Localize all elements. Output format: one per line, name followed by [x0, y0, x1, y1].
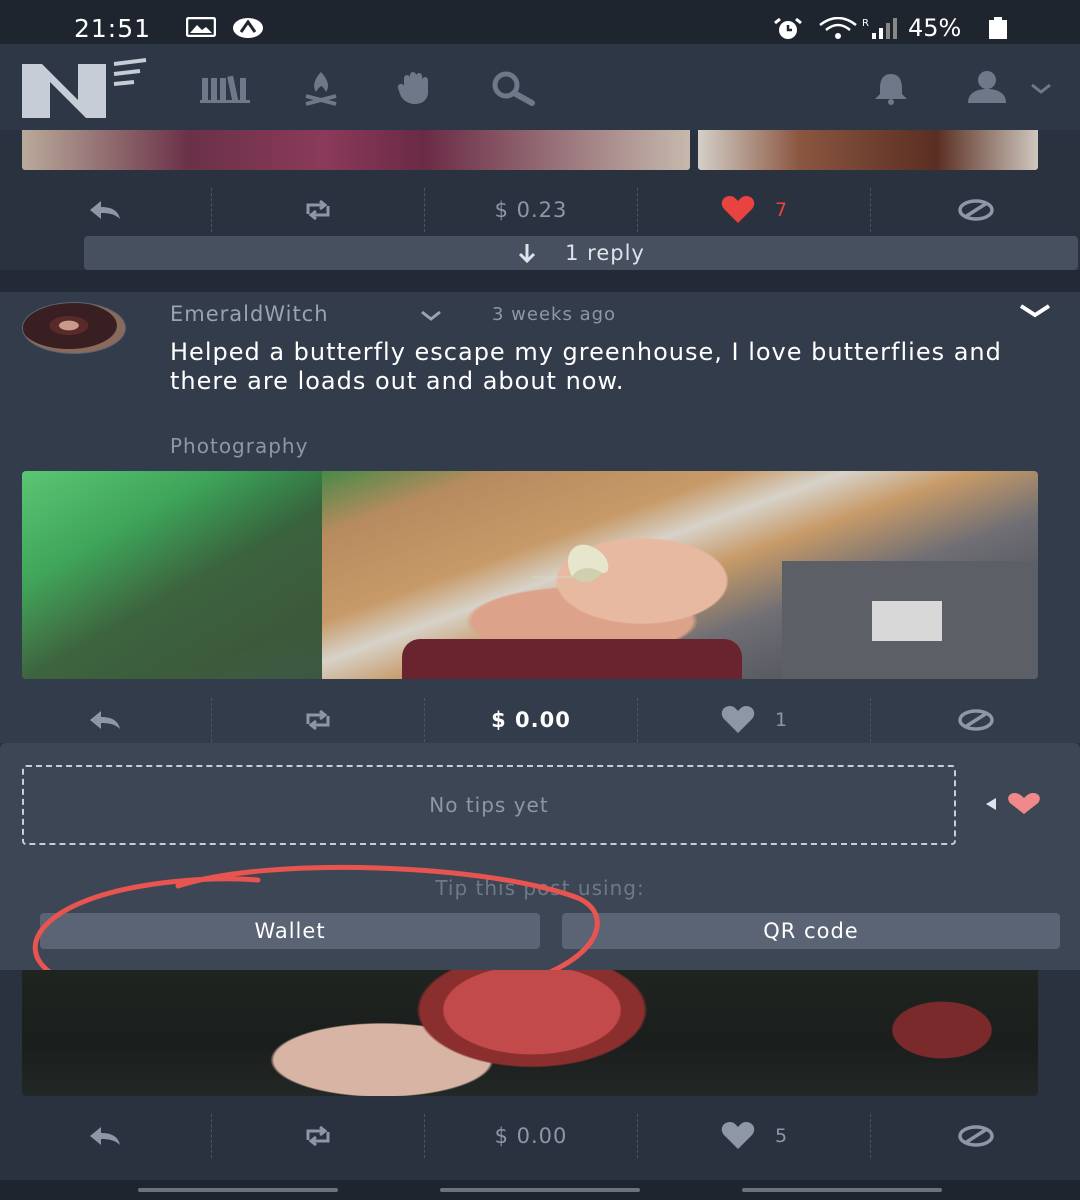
post-action-row: $ 0.00 5	[0, 1108, 1080, 1164]
repost-button[interactable]	[212, 692, 424, 748]
author-menu-chevron-icon[interactable]	[420, 308, 442, 327]
gallery-icon	[185, 16, 217, 41]
status-time: 21:51	[74, 14, 152, 43]
tip-amount-button[interactable]: $ 0.00	[425, 1108, 637, 1164]
block-button[interactable]	[871, 182, 1080, 238]
like-count: 5	[774, 1125, 788, 1147]
like-button[interactable]: 1	[638, 692, 870, 748]
tip-amount: $ 0.00	[494, 1124, 568, 1148]
heart-icon	[721, 1122, 755, 1149]
battery-percentage: 45%	[908, 14, 962, 42]
like-button[interactable]: 7	[638, 182, 870, 238]
hand-icon[interactable]	[396, 70, 434, 110]
reply-button[interactable]	[0, 182, 210, 238]
status-bar: 21:51 R 45%	[0, 0, 1080, 44]
reply-button[interactable]	[0, 1108, 210, 1164]
tip-qr-code-button[interactable]: QR code	[562, 913, 1060, 949]
replies-label: 1 reply	[565, 241, 645, 265]
app-logo[interactable]	[20, 52, 150, 126]
reply-icon	[90, 201, 120, 219]
library-icon[interactable]	[200, 70, 250, 108]
block-icon	[957, 709, 994, 731]
reply-button[interactable]	[0, 692, 210, 748]
post-divider	[0, 270, 1080, 292]
post-text: Helped a butterfly escape my greenhouse,…	[170, 338, 1002, 395]
arrow-down-icon	[519, 244, 536, 264]
post-options-chevron-icon[interactable]	[1018, 302, 1052, 324]
like-count: 1	[774, 709, 788, 731]
post-image-beetroot-right[interactable]	[698, 130, 1038, 170]
app-nav-bar	[0, 44, 1080, 130]
nav-gesture-home[interactable]	[440, 1188, 640, 1192]
reply-icon	[90, 711, 120, 729]
repost-button[interactable]	[212, 1108, 424, 1164]
nav-gesture-right[interactable]	[742, 1188, 942, 1192]
like-count: 7	[774, 199, 788, 221]
signal-icon: R	[862, 17, 898, 45]
tip-amount-button[interactable]: $ 0.00	[425, 692, 637, 748]
tip-amount: $ 0.00	[491, 708, 571, 732]
tips-list: No tips yet	[22, 765, 956, 845]
battery-icon	[988, 17, 1008, 43]
qr-label: QR code	[763, 919, 859, 943]
show-replies-button[interactable]: 1 reply	[84, 236, 1078, 270]
user-icon[interactable]	[964, 70, 1010, 108]
post-action-row: $ 0.23 7	[0, 182, 1080, 238]
alarm-icon	[772, 17, 804, 45]
author-name[interactable]: EmeraldWitch	[170, 302, 329, 326]
no-tips-text: No tips yet	[429, 793, 549, 817]
heart-icon	[721, 196, 755, 223]
tip-amount-button[interactable]: $ 0.23	[425, 182, 637, 238]
repost-button[interactable]	[212, 182, 424, 238]
heart-icon	[721, 706, 755, 733]
block-button[interactable]	[871, 1108, 1080, 1164]
like-button[interactable]: 5	[638, 1108, 870, 1164]
post-timestamp[interactable]: 3 weeks ago	[492, 304, 616, 325]
post-image-beet-in-hand[interactable]	[22, 970, 1038, 1096]
post-image-butterfly[interactable]	[22, 471, 1038, 679]
repost-icon	[306, 1126, 330, 1146]
tip-amount: $ 0.23	[494, 198, 568, 222]
svg-text:R: R	[862, 18, 869, 29]
repost-icon	[306, 200, 330, 220]
block-button[interactable]	[871, 692, 1080, 748]
nav-gesture-left[interactable]	[138, 1188, 338, 1192]
reply-icon	[90, 1127, 120, 1145]
search-icon[interactable]	[488, 70, 536, 110]
post-action-row: $ 0.00 1	[0, 692, 1080, 748]
post-tag[interactable]: Photography	[170, 434, 308, 458]
wifi-icon	[818, 16, 858, 45]
repost-icon	[306, 710, 330, 730]
campfire-icon[interactable]	[302, 70, 340, 110]
notification-app-icon	[232, 17, 264, 43]
tip-heart-icon[interactable]	[986, 792, 1044, 820]
post-image-beetroot-left[interactable]	[22, 130, 690, 170]
block-icon	[957, 1125, 994, 1147]
block-icon	[957, 199, 994, 221]
user-menu-chevron-icon[interactable]	[1030, 80, 1052, 99]
bell-icon[interactable]	[872, 70, 910, 110]
avatar[interactable]	[22, 302, 126, 354]
